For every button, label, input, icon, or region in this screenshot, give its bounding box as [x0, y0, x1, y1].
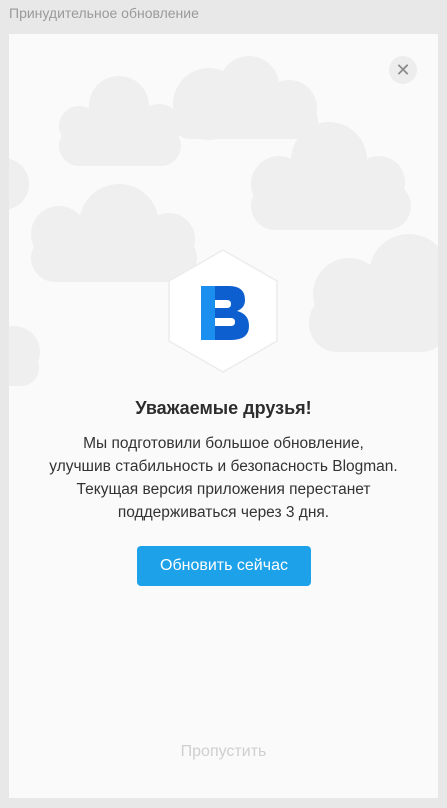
skip-link[interactable]: Пропустить [9, 743, 438, 761]
message-line: Текущая версия приложения перестанет [76, 481, 371, 498]
close-button[interactable]: ✕ [389, 56, 417, 84]
update-message: Мы подготовили большое обновление, улучш… [39, 432, 408, 524]
blogman-b-logo-icon [201, 286, 249, 340]
close-icon: ✕ [395, 59, 411, 80]
message-line: поддерживаться через 3 дня. [117, 504, 330, 521]
update-now-button[interactable]: Обновить сейчас [137, 546, 311, 586]
message-line: улучшив стабильность и безопасность Blog… [49, 458, 398, 475]
app-logo [168, 249, 278, 373]
cloud-background [9, 56, 438, 386]
window-title: Принудительное обновление [9, 5, 199, 21]
dialog-heading: Уважаемые друзья! [135, 398, 312, 418]
update-dialog: ✕ Уважаемые друзья! Мы подготовили больш… [9, 34, 438, 798]
message-line: Мы подготовили большое обновление, [83, 435, 364, 452]
